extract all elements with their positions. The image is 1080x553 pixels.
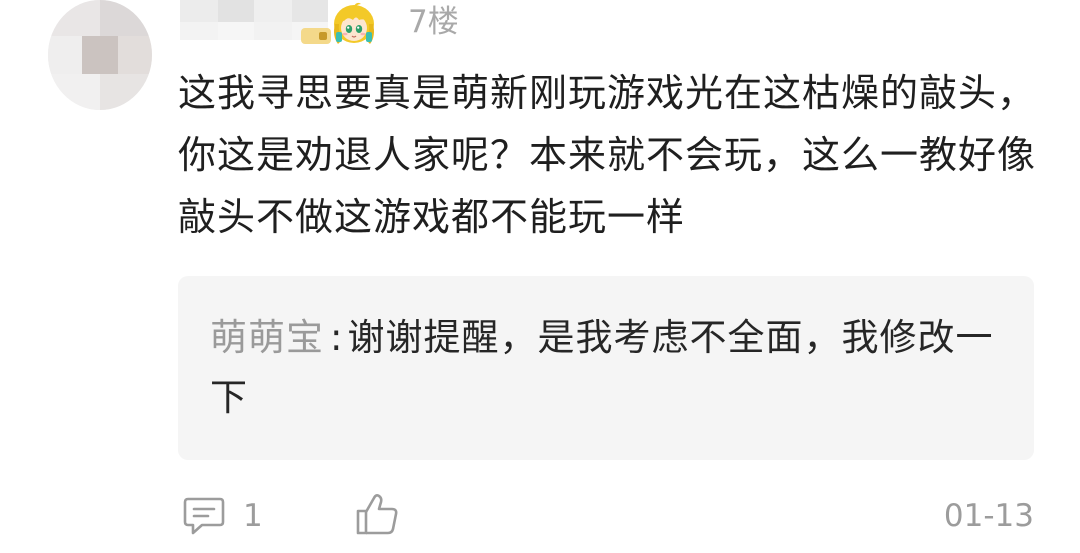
avatar-pixel (100, 0, 152, 36)
username-pixel (254, 0, 292, 22)
avatar-pixel (48, 74, 100, 110)
avatar-pixel (48, 36, 82, 74)
avatar-pixel (100, 74, 152, 110)
username-pixel (180, 0, 218, 22)
username-pixel (180, 22, 218, 40)
username-pixel (292, 0, 328, 22)
floor-number: 7楼 (408, 4, 459, 40)
comment-text: 这我寻思要真是萌新刚玩游戏光在这枯燥的敲头，你这是劝退人家呢？本来就不会玩，这么… (178, 71, 1037, 239)
username-pixel (254, 22, 292, 40)
mascot-badge-icon (334, 2, 374, 44)
reply-count[interactable]: 1 (243, 494, 263, 538)
username-pixel (218, 0, 254, 22)
reply-box[interactable]: 萌萌宝: 谢谢提醒，是我考虑不全面，我修改一下 (178, 276, 1034, 460)
user-avatar[interactable] (48, 0, 152, 110)
avatar-pixel (82, 36, 118, 74)
comment-date: 01-13 (943, 498, 1034, 534)
comment-footer: 1 01-13 (178, 490, 1034, 540)
avatar-pixel (48, 0, 100, 36)
comment-icon[interactable] (182, 496, 226, 536)
username-pixel (218, 22, 254, 40)
level-badge-icon (301, 28, 331, 44)
reply-separator: : (330, 316, 344, 359)
thumbs-up-icon[interactable] (354, 492, 400, 536)
avatar-pixel (118, 36, 152, 74)
reply-content: 萌萌宝: 谢谢提醒，是我考虑不全面，我修改一下 (210, 308, 1010, 428)
reply-author[interactable]: 萌萌宝 (210, 316, 324, 359)
